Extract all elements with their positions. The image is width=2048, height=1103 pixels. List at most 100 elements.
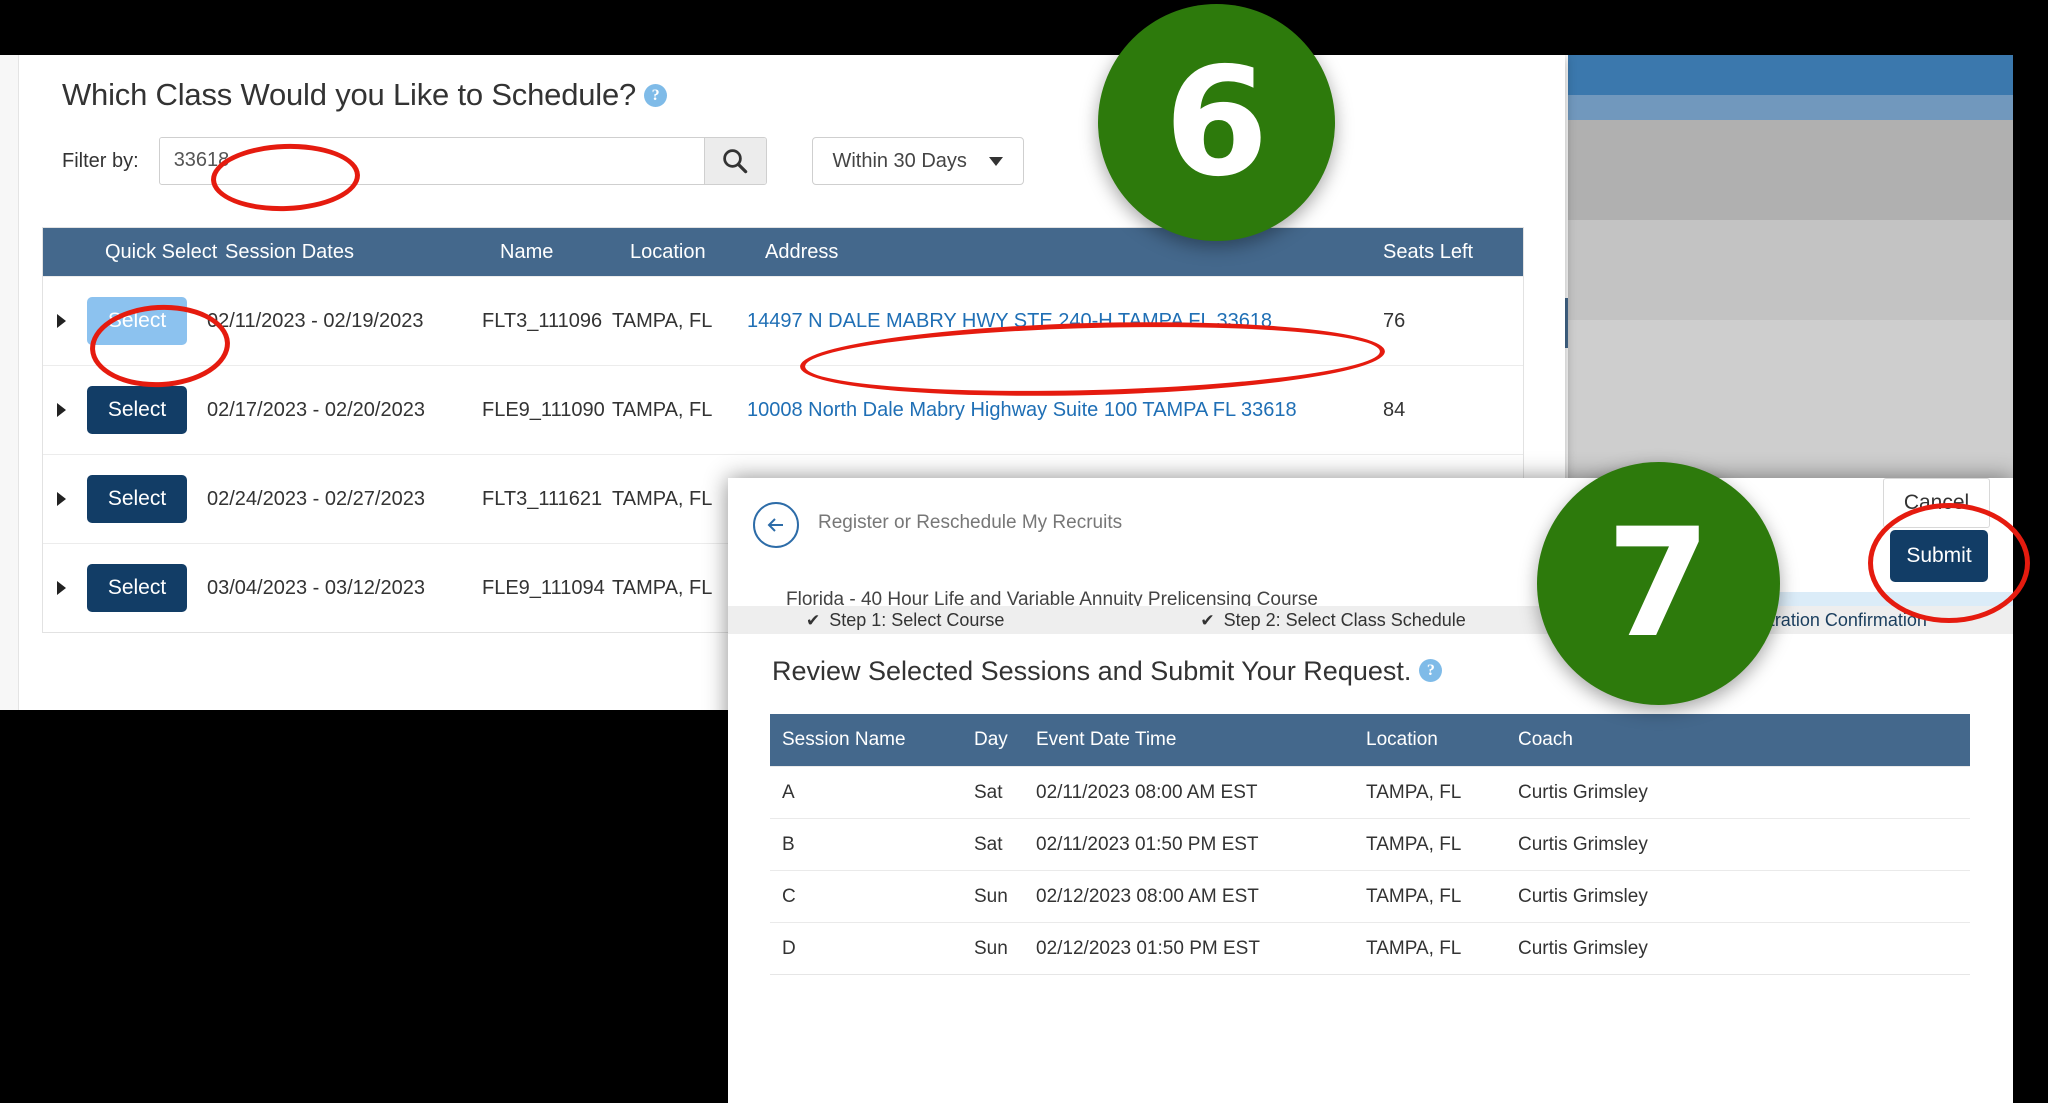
- card-left-rail: [0, 55, 19, 710]
- sessions-table-header: Session Name Day Event Date Time Locatio…: [770, 714, 1970, 766]
- column-header-session-name: Session Name: [782, 729, 906, 750]
- location-cell: TAMPA, FL: [612, 576, 713, 599]
- column-header-session-dates: Session Dates: [225, 240, 354, 263]
- coach-cell: Curtis Grimsley: [1518, 885, 1648, 907]
- name-cell: FLE9_111094: [482, 576, 605, 599]
- event-date-time-cell: 02/12/2023 01:50 PM EST: [1036, 937, 1260, 959]
- page-title-text: Which Class Would you Like to Schedule?: [62, 77, 637, 112]
- table-row: A Sat 02/11/2023 08:00 AM EST TAMPA, FL …: [770, 766, 1970, 818]
- quick-select-cell: Select: [87, 475, 207, 523]
- back-button[interactable]: [753, 502, 799, 548]
- row-expand-toggle[interactable]: [43, 314, 87, 328]
- session-name-cell: D: [782, 937, 796, 959]
- select-button[interactable]: Select: [87, 564, 187, 612]
- event-date-time-cell: 02/12/2023 08:00 AM EST: [1036, 885, 1259, 907]
- date-range-select[interactable]: Within 30 Days: [811, 137, 1024, 185]
- step-indicator: ✔ Step 1: Select Course ✔ Step 2: Select C…: [728, 606, 2013, 634]
- location-cell: TAMPA, FL: [1366, 833, 1462, 855]
- row-expand-toggle[interactable]: [43, 492, 87, 506]
- coach-cell: Curtis Grimsley: [1518, 781, 1648, 803]
- modal-topbar: Register or Reschedule My Recruits Cance…: [728, 478, 2013, 598]
- search-button[interactable]: [703, 138, 766, 184]
- help-icon[interactable]: ?: [644, 84, 668, 107]
- search-icon: [723, 149, 748, 174]
- selected-sessions-table: Session Name Day Event Date Time Locatio…: [770, 714, 1970, 975]
- column-header-address: Address: [765, 240, 839, 263]
- help-icon[interactable]: ?: [1419, 659, 1443, 682]
- address-link[interactable]: 10008 North Dale Mabry Highway Suite 100…: [747, 399, 1297, 421]
- location-cell: TAMPA, FL: [1366, 781, 1462, 803]
- table-row: B Sat 02/11/2023 01:50 PM EST TAMPA, FL …: [770, 818, 1970, 870]
- location-cell: TAMPA, FL: [1366, 937, 1462, 959]
- chevron-right-icon: [57, 314, 66, 328]
- review-sessions-modal: Register or Reschedule My Recruits Cance…: [728, 478, 2013, 1103]
- session-dates-cell: 02/11/2023 - 02/19/2023: [207, 309, 424, 332]
- chevron-right-icon: [57, 581, 66, 595]
- column-header-location: Location: [1366, 729, 1438, 750]
- background-band-grey-2: [1568, 220, 2048, 320]
- row-expand-toggle[interactable]: [43, 581, 87, 595]
- column-header-event-date-time: Event Date Time: [1036, 729, 1177, 750]
- day-cell: Sat: [974, 833, 1003, 855]
- location-cell: TAMPA, FL: [612, 398, 713, 421]
- session-dates-cell: 02/24/2023 - 02/27/2023: [207, 487, 425, 510]
- day-cell: Sun: [974, 885, 1008, 907]
- frame-top: [0, 0, 2048, 55]
- location-cell: TAMPA, FL: [1366, 885, 1462, 907]
- location-cell: TAMPA, FL: [612, 309, 713, 332]
- event-date-time-cell: 02/11/2023 01:50 PM EST: [1036, 833, 1259, 855]
- coach-cell: Curtis Grimsley: [1518, 833, 1648, 855]
- seats-left-cell: 84: [1383, 398, 1406, 421]
- session-name-cell: A: [782, 781, 795, 803]
- check-icon: ✔: [806, 610, 821, 630]
- step-2-label: Step 2: Select Class Schedule: [1223, 609, 1466, 630]
- quick-select-cell: Select: [87, 386, 207, 434]
- filter-row: Filter by: Within 30 Days: [62, 137, 1024, 185]
- filter-label: Filter by:: [62, 149, 139, 172]
- coach-cell: Curtis Grimsley: [1518, 937, 1648, 959]
- session-name-cell: B: [782, 833, 795, 855]
- step-1[interactable]: ✔ Step 1: Select Course: [806, 610, 1004, 631]
- background-band-blue-dark: [1568, 55, 2048, 95]
- session-dates-cell: 03/04/2023 - 03/12/2023: [207, 576, 425, 599]
- modal-title-text: Review Selected Sessions and Submit Your…: [772, 656, 1412, 686]
- breadcrumb: Register or Reschedule My Recruits: [818, 512, 1123, 533]
- chevron-down-icon: [988, 156, 1003, 166]
- event-date-time-cell: 02/11/2023 08:00 AM EST: [1036, 781, 1258, 803]
- session-name-cell: C: [782, 885, 796, 907]
- modal-title: Review Selected Sessions and Submit Your…: [772, 656, 1443, 687]
- page-title: Which Class Would you Like to Schedule??: [62, 77, 668, 113]
- name-cell: FLT3_111096: [482, 309, 603, 332]
- chevron-right-icon: [57, 492, 66, 506]
- column-header-day: Day: [974, 729, 1008, 750]
- column-header-name: Name: [500, 240, 554, 263]
- class-table-header: Quick Select Session Dates Name Location…: [43, 228, 1523, 276]
- step-badge-7: 7: [1537, 462, 1780, 705]
- row-expand-toggle[interactable]: [43, 403, 87, 417]
- date-range-value: Within 30 Days: [832, 149, 967, 172]
- name-cell: FLE9_111090: [482, 398, 605, 421]
- column-header-location: Location: [630, 240, 706, 263]
- step-badge-6: 6: [1098, 4, 1335, 241]
- frame-bottom-left: [0, 710, 728, 1103]
- column-header-seats-left: Seats Left: [1383, 240, 1474, 263]
- day-cell: Sun: [974, 937, 1008, 959]
- day-cell: Sat: [974, 781, 1003, 803]
- column-header-coach: Coach: [1518, 729, 1573, 750]
- location-cell: TAMPA, FL: [612, 487, 713, 510]
- seats-left-cell: 76: [1383, 309, 1406, 332]
- select-button[interactable]: Select: [87, 386, 187, 434]
- session-dates-cell: 02/17/2023 - 02/20/2023: [207, 398, 425, 421]
- back-arrow-icon: [767, 518, 783, 532]
- background-band-blue-light: [1568, 95, 2048, 120]
- annotation-ellipse-submit: [1868, 503, 2030, 623]
- step-1-label: Step 1: Select Course: [829, 609, 1005, 630]
- column-header-quick-select: Quick Select: [105, 240, 218, 263]
- quick-select-cell: Select: [87, 564, 207, 612]
- background-band-grey-1: [1568, 120, 2048, 220]
- address-cell: 10008 North Dale Mabry Highway Suite 100…: [747, 399, 1383, 422]
- step-2[interactable]: ✔ Step 2: Select Class Schedule: [1200, 610, 1465, 631]
- chevron-right-icon: [57, 403, 66, 417]
- name-cell: FLT3_111621: [482, 487, 603, 510]
- select-button[interactable]: Select: [87, 475, 187, 523]
